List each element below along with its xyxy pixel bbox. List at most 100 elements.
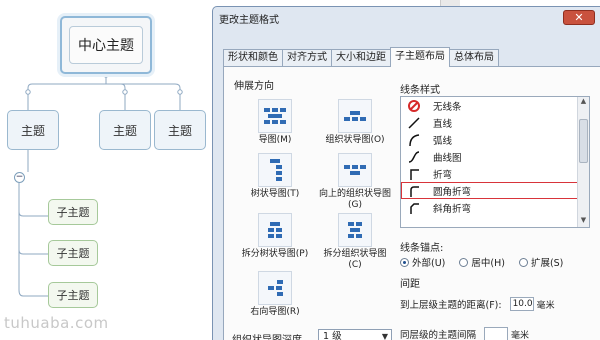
layout-option-tree[interactable]: 树状导图(T) bbox=[238, 153, 312, 200]
sub-topic-2[interactable]: 子主题 bbox=[48, 240, 98, 266]
tab-subtopic-layout[interactable]: 子主题布局 bbox=[390, 47, 450, 67]
watermark: tuhuaba.com bbox=[4, 314, 109, 332]
org-depth-select[interactable]: 1 级 ▼ bbox=[318, 329, 392, 340]
line-style-listbox[interactable]: 无线条 直线 弧线 曲线图 折弯 圆角折弯 斜角折弯 ▲ ▼ bbox=[400, 96, 590, 228]
right-map-layout-icon bbox=[258, 271, 292, 305]
main-topic-left[interactable]: 主题 bbox=[7, 110, 59, 150]
layout-option-split-tree[interactable]: 拆分树状导图(P) bbox=[238, 213, 312, 260]
line-style-item[interactable]: 斜角折弯 bbox=[401, 199, 589, 216]
line-style-label: 斜角折弯 bbox=[433, 203, 472, 215]
close-icon[interactable]: ✕ bbox=[563, 10, 595, 25]
sub-topic-label: 子主题 bbox=[56, 289, 90, 302]
org-chart-layout-icon bbox=[338, 99, 372, 133]
parent-distance-label: 到上层级主题的距离(F): bbox=[400, 300, 502, 311]
upward-org-layout-icon bbox=[338, 153, 372, 187]
dialog-titlebar[interactable]: 更改主题格式 ✕ bbox=[213, 7, 600, 29]
layout-option-label: 导图(M) bbox=[258, 135, 292, 145]
central-topic-label: 中心主题 bbox=[69, 26, 143, 64]
elbow-line-icon bbox=[407, 167, 421, 181]
parent-distance-unit: 毫米 bbox=[536, 300, 555, 311]
map-layout-icon bbox=[258, 99, 292, 133]
anchor-option-label: 外部(U) bbox=[412, 258, 446, 269]
sub-topic-1[interactable]: 子主题 bbox=[48, 199, 98, 225]
parent-distance-input[interactable]: 10.0 bbox=[509, 297, 534, 311]
tab-size-margin[interactable]: 大小和边距 bbox=[331, 49, 391, 67]
line-style-item[interactable]: 弧线 bbox=[401, 131, 589, 148]
tree-layout-icon bbox=[258, 153, 292, 187]
line-style-section-label: 线条样式 bbox=[400, 85, 440, 96]
curve-line-icon bbox=[407, 150, 421, 164]
anchor-option-label: 居中(H) bbox=[471, 258, 505, 269]
line-style-label: 直线 bbox=[433, 118, 453, 130]
format-topic-dialog: 更改主题格式 ✕ 形状和颜色 对齐方式 大小和边距 子主题布局 总体布局 伸展方… bbox=[212, 6, 600, 340]
main-topic-label: 主题 bbox=[112, 123, 137, 138]
tab-shape-color[interactable]: 形状和颜色 bbox=[223, 49, 283, 67]
main-topic-middle[interactable]: 主题 bbox=[99, 110, 151, 150]
arc-line-icon bbox=[407, 133, 421, 147]
mindmap-canvas[interactable]: 中心主题 主题 主题 主题 − 子主题 子主题 子主题 tuhuaba.com bbox=[0, 0, 212, 340]
main-topic-right[interactable]: 主题 bbox=[154, 110, 206, 150]
layout-option-label: 组织状导图(O) bbox=[325, 135, 385, 145]
straight-line-icon bbox=[407, 116, 421, 130]
sub-topic-label: 子主题 bbox=[56, 247, 90, 260]
layout-option-label: 拆分树状导图(P) bbox=[241, 249, 309, 259]
scrollbar-thumb[interactable] bbox=[579, 119, 588, 163]
layout-option-label: 向上的组织状导图(G) bbox=[318, 189, 391, 210]
parent-distance-row: 到上层级主题的距离(F): 10.0 毫米 bbox=[400, 297, 555, 311]
chevron-down-icon: ▼ bbox=[381, 332, 388, 340]
line-style-label: 无线条 bbox=[433, 101, 462, 113]
spacing-section-label: 间距 bbox=[400, 279, 420, 290]
org-depth-value: 1 级 bbox=[323, 331, 342, 340]
line-style-item[interactable]: 曲线图 bbox=[401, 148, 589, 165]
layout-section-label: 伸展方向 bbox=[234, 81, 274, 92]
line-style-item[interactable]: 直线 bbox=[401, 114, 589, 131]
layout-option-org-chart[interactable]: 组织状导图(O) bbox=[318, 99, 392, 146]
scroll-up-icon[interactable]: ▲ bbox=[578, 97, 589, 108]
listbox-scrollbar[interactable]: ▲ ▼ bbox=[577, 97, 589, 227]
radio-icon bbox=[518, 257, 528, 267]
tab-panel: 伸展方向 导图(M) 组织状导图(O) 树状导图(T) 向上的组织状导图(G) bbox=[223, 66, 600, 340]
bevel-elbow-line-icon bbox=[407, 201, 421, 215]
org-depth-label: 组织状导图深度 bbox=[232, 331, 302, 340]
layout-option-map[interactable]: 导图(M) bbox=[238, 99, 312, 146]
line-style-item-selected[interactable]: 圆角折弯 bbox=[401, 182, 589, 199]
anchor-option-label: 扩展(S) bbox=[530, 258, 564, 269]
collapse-toggle-icon[interactable]: − bbox=[14, 172, 25, 183]
line-style-label: 折弯 bbox=[433, 169, 453, 181]
sibling-spacing-label: 同层级的主题间隔 bbox=[400, 330, 477, 340]
sibling-spacing-unit: 毫米 bbox=[511, 330, 530, 340]
sub-topic-3[interactable]: 子主题 bbox=[48, 282, 98, 308]
layout-option-upward-org[interactable]: 向上的组织状导图(G) bbox=[318, 153, 392, 211]
anchor-radio-group: 外部(U) 居中(H) 扩展(S) bbox=[400, 255, 563, 269]
anchor-option-outside[interactable]: 外部(U) bbox=[400, 255, 445, 269]
line-style-label: 圆角折弯 bbox=[433, 186, 472, 198]
main-topic-label: 主题 bbox=[20, 123, 45, 138]
sibling-spacing-row: 同层级的主题间隔 毫米 bbox=[400, 327, 529, 340]
layout-option-label: 拆分组织状导图(C) bbox=[323, 249, 387, 270]
line-style-item[interactable]: 无线条 bbox=[401, 97, 589, 114]
layout-option-split-org[interactable]: 拆分组织状导图(C) bbox=[318, 213, 392, 271]
scroll-down-icon[interactable]: ▼ bbox=[578, 216, 589, 227]
split-tree-layout-icon bbox=[258, 213, 292, 247]
layout-option-label: 树状导图(T) bbox=[250, 189, 300, 199]
tab-overall-layout[interactable]: 总体布局 bbox=[449, 49, 499, 67]
tab-alignment[interactable]: 对齐方式 bbox=[282, 49, 332, 67]
no-line-icon bbox=[407, 99, 421, 113]
rounded-elbow-line-icon bbox=[407, 184, 421, 198]
main-topic-label: 主题 bbox=[167, 123, 192, 138]
line-style-label: 曲线图 bbox=[433, 152, 462, 164]
central-topic[interactable]: 中心主题 bbox=[60, 16, 152, 74]
dialog-title: 更改主题格式 bbox=[219, 14, 279, 26]
line-style-item[interactable]: 折弯 bbox=[401, 165, 589, 182]
anchor-label: 线条锚点: bbox=[400, 243, 444, 254]
sibling-spacing-input[interactable] bbox=[484, 327, 509, 340]
anchor-option-extend[interactable]: 扩展(S) bbox=[518, 255, 564, 269]
anchor-option-center[interactable]: 居中(H) bbox=[459, 255, 505, 269]
sub-topic-label: 子主题 bbox=[56, 206, 90, 219]
line-style-label: 弧线 bbox=[433, 135, 453, 147]
layout-option-right-map[interactable]: 右向导图(R) bbox=[238, 271, 312, 318]
dialog-tabs: 形状和颜色 对齐方式 大小和边距 子主题布局 总体布局 bbox=[223, 47, 499, 67]
layout-option-label: 右向导图(R) bbox=[250, 307, 300, 317]
split-org-layout-icon bbox=[338, 213, 372, 247]
radio-icon bbox=[459, 257, 469, 267]
